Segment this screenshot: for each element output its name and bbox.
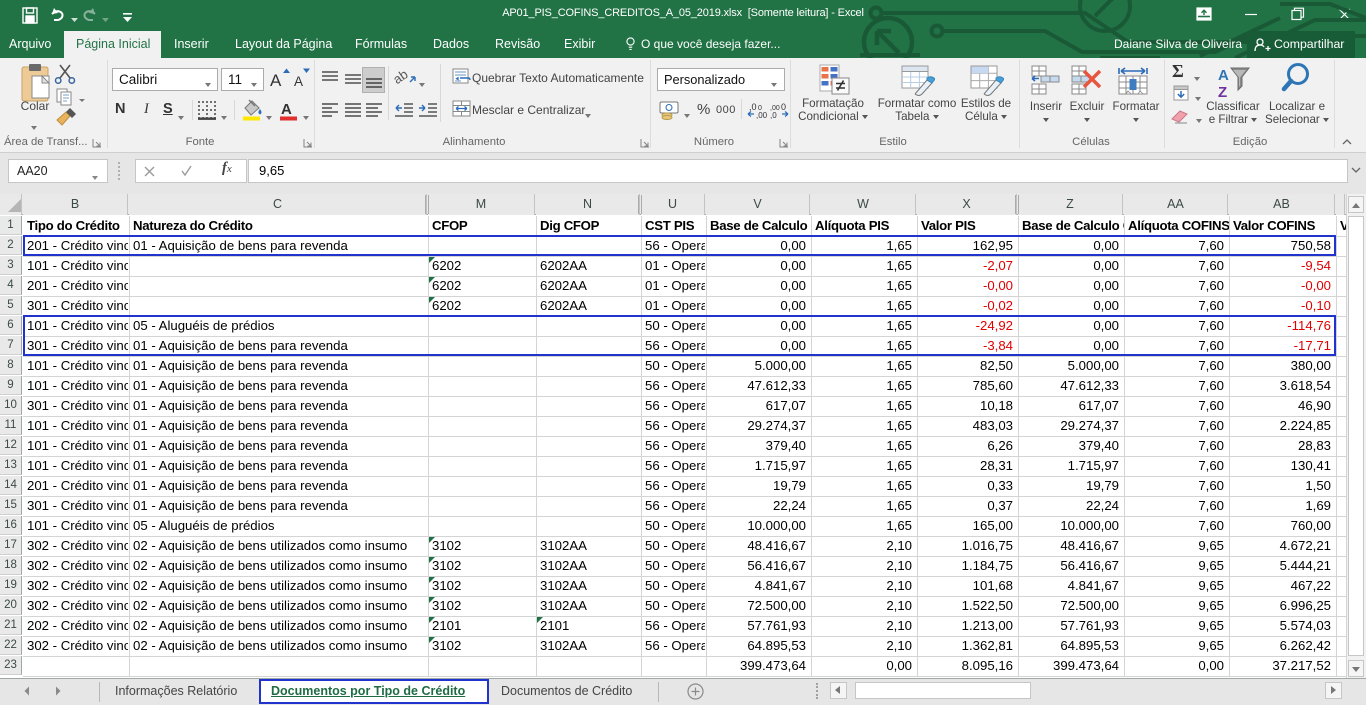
svg-text:A: A — [270, 71, 282, 90]
svg-text:A: A — [294, 74, 303, 89]
svg-text:,0: ,0 — [770, 111, 777, 119]
svg-text:ab: ab — [394, 66, 411, 87]
svg-text:A: A — [1218, 67, 1229, 84]
svg-text:A: A — [281, 101, 292, 118]
svg-text:Z: Z — [1218, 84, 1227, 98]
svg-text:,00: ,00 — [756, 111, 768, 119]
